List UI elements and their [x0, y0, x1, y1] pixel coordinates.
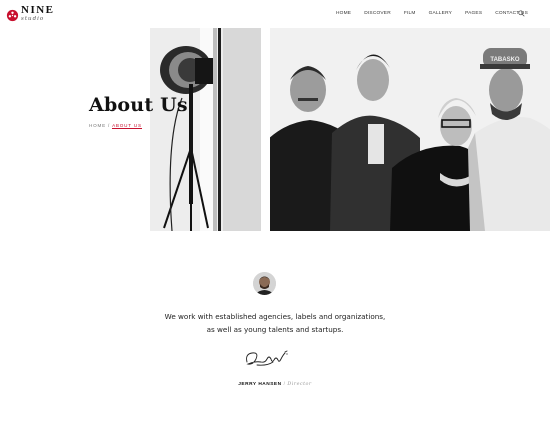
- studio-lamp-photo: [150, 28, 261, 231]
- author-avatar: [253, 272, 276, 295]
- team-photo: TABASKO: [260, 28, 550, 231]
- logo-subtitle: studio: [21, 16, 45, 22]
- breadcrumb-home[interactable]: HOME: [89, 123, 106, 128]
- quote-line-1: We work with established agencies, label…: [164, 312, 386, 321]
- film-reel-icon: [6, 9, 19, 22]
- author-credit: JERRY HANSEN / Director: [200, 382, 350, 387]
- logo-title: NINE: [21, 4, 55, 16]
- team-photo-illustration: TABASKO: [260, 28, 550, 231]
- page-title: About Us: [89, 94, 188, 116]
- quote-line-2: as well as young talents and startups.: [206, 325, 344, 334]
- nav-discover[interactable]: DISCOVER: [364, 11, 391, 16]
- about-quote: We work with established agencies, label…: [100, 310, 450, 336]
- site-logo[interactable]: NINE studio: [6, 5, 55, 23]
- signature-image: [246, 350, 288, 366]
- breadcrumb-separator: /: [107, 123, 111, 128]
- site-header: NINE studio HOME DISCOVER FILM GALLERY P…: [0, 0, 550, 28]
- search-icon[interactable]: [518, 10, 525, 17]
- author-separator: /: [283, 382, 286, 387]
- author-name: JERRY HANSEN: [238, 382, 282, 387]
- nav-film[interactable]: FILM: [404, 11, 416, 16]
- svg-text:TABASKO: TABASKO: [490, 57, 520, 63]
- nav-home[interactable]: HOME: [336, 11, 351, 16]
- nav-gallery[interactable]: GALLERY: [429, 11, 452, 16]
- hero-divider: [261, 28, 270, 231]
- nav-pages[interactable]: PAGES: [465, 11, 482, 16]
- main-nav: HOME DISCOVER FILM GALLERY PAGES CONTACT…: [323, 11, 528, 16]
- breadcrumb: HOME / ABOUT US: [89, 123, 142, 129]
- studio-lamp-illustration: [150, 28, 261, 231]
- breadcrumb-current: ABOUT US: [112, 123, 142, 129]
- author-role: Director: [287, 382, 312, 387]
- hero-image: TABASKO: [150, 28, 550, 231]
- avatar-image: [253, 272, 276, 295]
